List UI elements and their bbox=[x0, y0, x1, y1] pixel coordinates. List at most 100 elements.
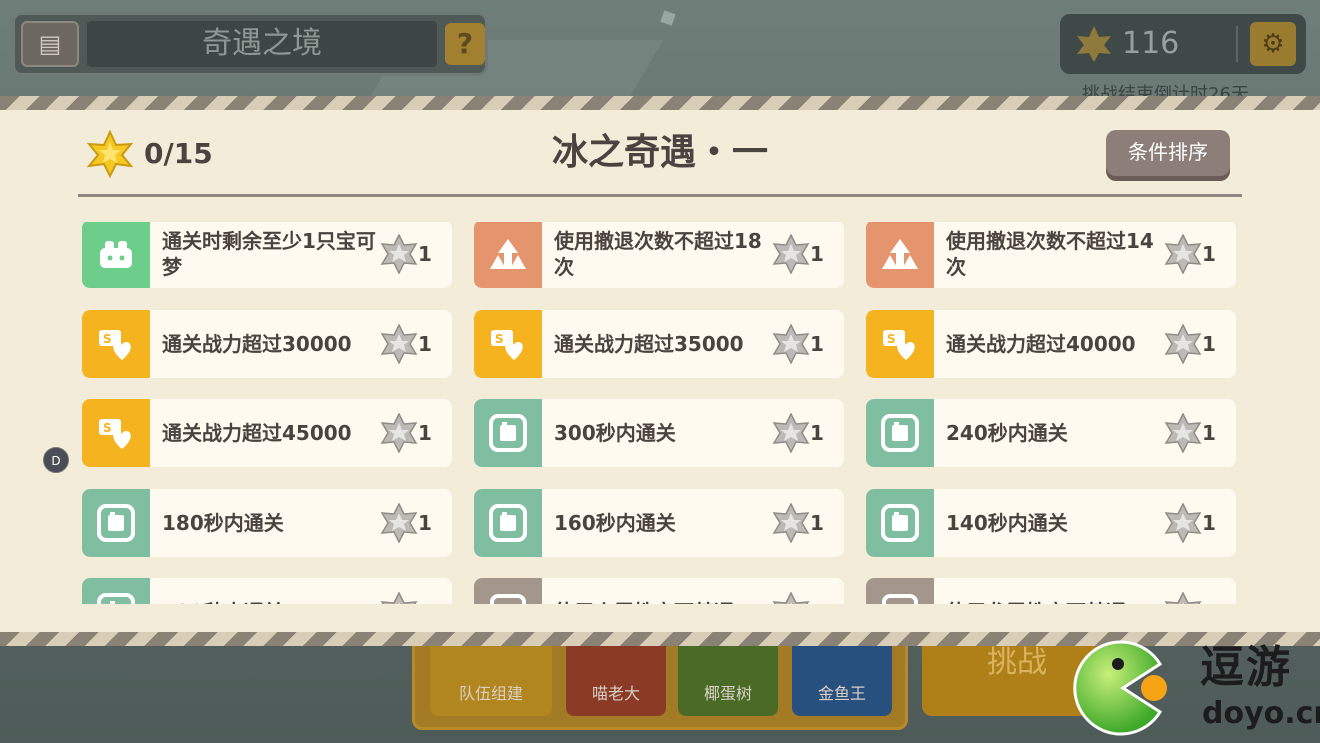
area-title: 奇遇之境 bbox=[87, 21, 437, 67]
star-progress: 0/15 bbox=[144, 137, 213, 170]
star-score-panel: 116 ⚙ bbox=[1060, 14, 1306, 74]
condition-card[interactable]: 140秒内通关 1 bbox=[866, 488, 1236, 557]
condition-card[interactable]: S 通关战力超过30000 1 bbox=[82, 309, 452, 378]
svg-text:S: S bbox=[495, 332, 504, 346]
reward-count: 1 bbox=[1202, 510, 1216, 535]
condition-label: 140秒内通关 bbox=[946, 510, 1068, 535]
reward-count: 1 bbox=[418, 578, 432, 604]
divider bbox=[78, 194, 1242, 197]
pokemon-icon bbox=[82, 222, 150, 288]
timer-icon bbox=[474, 488, 542, 557]
silver-star-icon bbox=[772, 233, 810, 275]
condition-card[interactable]: 使用火属性宝可梦通 1 bbox=[474, 578, 844, 604]
condition-label: 通关战力超过30000 bbox=[162, 331, 352, 356]
pacman-logo-icon bbox=[1073, 640, 1167, 736]
condition-label: 通关时剩余至少1只宝可梦 bbox=[162, 229, 376, 279]
reward-count: 1 bbox=[1202, 242, 1216, 266]
silver-star-icon bbox=[1164, 501, 1202, 544]
power-heart-icon: S bbox=[82, 309, 150, 378]
silver-star-icon bbox=[772, 591, 810, 604]
retreat-icon bbox=[474, 222, 542, 288]
reward-count: 1 bbox=[1202, 331, 1216, 356]
condition-card[interactable]: 使用撤退次数不超过14次 1 bbox=[866, 222, 1236, 288]
condition-card[interactable]: 使用龙属性宝可梦通 1 bbox=[866, 578, 1236, 604]
silver-star-icon bbox=[1164, 412, 1202, 454]
reward-count: 1 bbox=[810, 421, 824, 445]
reward-count: 1 bbox=[418, 242, 432, 266]
reward-count: 1 bbox=[418, 421, 432, 445]
timer-icon bbox=[82, 488, 150, 557]
condition-card[interactable]: 160秒内通关 1 bbox=[474, 488, 844, 557]
conditions-list[interactable]: 通关时剩余至少1只宝可梦 1 使用撤退次数不超过18次 1 使用撤退次数不超过14次 1 S… bbox=[82, 222, 1242, 604]
silver-star-icon bbox=[772, 412, 810, 454]
timer-icon bbox=[866, 488, 934, 557]
silver-star-icon bbox=[380, 233, 418, 275]
silver-star-icon bbox=[1164, 591, 1202, 604]
gold-star-icon bbox=[86, 130, 134, 178]
type-icon bbox=[474, 578, 542, 604]
svg-text:S: S bbox=[103, 332, 112, 346]
question-icon[interactable]: ? bbox=[445, 23, 485, 65]
silver-star-icon bbox=[380, 322, 418, 365]
condition-card[interactable]: 300秒内通关 1 bbox=[474, 399, 844, 467]
condition-card[interactable]: 240秒内通关 1 bbox=[866, 399, 1236, 467]
watermark-en: doyo.cn bbox=[1202, 696, 1320, 731]
watermark-cn: 逗游 bbox=[1200, 642, 1292, 693]
hazard-stripe-top bbox=[0, 96, 1320, 110]
reward-count: 1 bbox=[418, 510, 432, 535]
silver-star-icon bbox=[1164, 322, 1202, 365]
team-slot-1[interactable]: 喵老大 bbox=[566, 646, 666, 716]
condition-label: 通关战力超过45000 bbox=[162, 421, 352, 445]
star-icon bbox=[1077, 26, 1111, 62]
svg-text:S: S bbox=[887, 332, 896, 346]
condition-card[interactable]: 180秒内通关 1 bbox=[82, 488, 452, 557]
panel-title: 冰之奇遇・一 bbox=[551, 132, 768, 173]
silver-star-icon bbox=[380, 591, 418, 604]
condition-label: 240秒内通关 bbox=[946, 421, 1068, 445]
conditions-panel: 0/15 冰之奇遇・一 条件排序 通关时剩余至少1只宝可梦 1 使用撤退次数不超过1… bbox=[0, 110, 1320, 632]
timer-icon bbox=[866, 399, 934, 467]
silver-star-icon bbox=[380, 412, 418, 454]
debug-marker[interactable]: D bbox=[43, 447, 69, 473]
condition-label: 使用撤退次数不超过14次 bbox=[946, 229, 1154, 279]
team-slot-3[interactable]: 金鱼王 bbox=[792, 646, 892, 716]
reward-count: 1 bbox=[1202, 578, 1216, 604]
power-heart-icon: S bbox=[474, 309, 542, 378]
doyo-watermark: 逗游 doyo.cn bbox=[1068, 636, 1320, 740]
silver-star-icon bbox=[772, 322, 810, 365]
timer-icon bbox=[82, 578, 150, 604]
base-icon[interactable]: ▤ bbox=[21, 21, 79, 67]
reward-count: 1 bbox=[810, 331, 824, 356]
condition-label: 通关战力超过40000 bbox=[946, 331, 1136, 356]
team-slot-2[interactable]: 椰蛋树 bbox=[678, 646, 778, 716]
condition-label: 使用火属性宝可梦通 bbox=[554, 578, 768, 604]
retreat-icon bbox=[866, 222, 934, 288]
sort-conditions-button[interactable]: 条件排序 bbox=[1106, 130, 1230, 176]
team-build-button[interactable]: 队伍组建 bbox=[430, 646, 552, 716]
condition-label: 使用撤退次数不超过18次 bbox=[554, 229, 762, 279]
type-icon bbox=[866, 578, 934, 604]
search-icon[interactable]: ⚙ bbox=[1250, 22, 1296, 66]
reward-count: 1 bbox=[810, 510, 824, 535]
condition-card[interactable]: S 通关战力超过35000 1 bbox=[474, 309, 844, 378]
condition-label: 120秒内通关 bbox=[162, 578, 376, 604]
reward-count: 1 bbox=[1202, 421, 1216, 445]
svg-text:S: S bbox=[103, 421, 112, 435]
power-heart-icon: S bbox=[82, 399, 150, 467]
condition-card[interactable]: 使用撤退次数不超过18次 1 bbox=[474, 222, 844, 288]
silver-star-icon bbox=[1164, 233, 1202, 275]
condition-card[interactable]: 通关时剩余至少1只宝可梦 1 bbox=[82, 222, 452, 288]
timer-icon bbox=[474, 399, 542, 467]
condition-label: 180秒内通关 bbox=[162, 510, 284, 535]
reward-count: 1 bbox=[418, 331, 432, 356]
condition-card[interactable]: S 通关战力超过40000 1 bbox=[866, 309, 1236, 378]
top-title-bar: ▤ 奇遇之境 ? bbox=[12, 12, 488, 76]
condition-label: 300秒内通关 bbox=[554, 421, 676, 445]
condition-card[interactable]: 120秒内通关 1 bbox=[82, 578, 452, 604]
power-heart-icon: S bbox=[866, 309, 934, 378]
condition-label: 通关战力超过35000 bbox=[554, 331, 744, 356]
silver-star-icon bbox=[380, 501, 418, 544]
condition-label: 使用龙属性宝可梦通 bbox=[946, 578, 1160, 604]
silver-star-icon bbox=[772, 501, 810, 544]
condition-card[interactable]: S 通关战力超过45000 1 bbox=[82, 399, 452, 467]
